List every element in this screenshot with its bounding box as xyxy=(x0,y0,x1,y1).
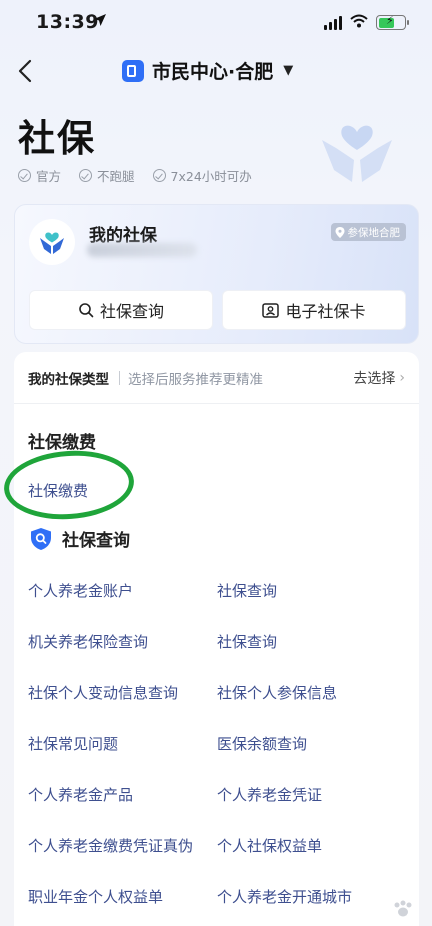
paw-icon xyxy=(394,900,412,917)
location-arrow-icon xyxy=(93,12,107,31)
type-hint: 选择后服务推荐更精准 xyxy=(128,371,263,388)
services-panel: 我的社保类型 选择后服务推荐更精准 去选择 › 社保缴费 社保缴费 社保查询 个… xyxy=(1,352,419,926)
caret-down-icon: ▼ xyxy=(283,63,294,78)
e-social-card-button[interactable]: 电子社保卡 xyxy=(222,290,406,330)
link-agency-pension-query[interactable]: 机关养老保险查询 xyxy=(28,631,148,652)
status-bar: 13:39 ⚡ xyxy=(0,0,432,46)
check-circle-icon xyxy=(152,169,166,182)
watermark-logo xyxy=(392,900,414,918)
link-pension-voucher-verify[interactable]: 个人养老金缴费凭证真伪 xyxy=(28,835,193,856)
link-pension-products[interactable]: 个人养老金产品 xyxy=(28,784,133,805)
avatar xyxy=(29,219,75,265)
city-selector[interactable]: 市民中心·合肥 ▼ xyxy=(122,57,293,84)
chevron-right-icon: › xyxy=(399,369,405,386)
signal-icon xyxy=(324,15,342,30)
type-label: 我的社保类型 xyxy=(28,371,109,388)
link-personal-pension-account[interactable]: 个人养老金账户 xyxy=(28,580,133,601)
link-social-query-2[interactable]: 社保查询 xyxy=(217,631,277,652)
tag-24h: 7x24小时可办 xyxy=(152,166,252,185)
location-pin-icon xyxy=(335,226,344,238)
query-section-title: 社保查询 xyxy=(62,531,130,551)
status-time: 13:39 xyxy=(36,11,99,33)
id-card-icon xyxy=(262,302,280,318)
hands-heart-icon xyxy=(312,110,402,190)
search-icon xyxy=(79,303,94,318)
check-circle-icon xyxy=(79,169,93,182)
nav-bar: 市民中心·合肥 ▼ xyxy=(0,48,432,94)
link-social-query[interactable]: 社保查询 xyxy=(217,580,277,601)
link-rights-statement[interactable]: 个人社保权益单 xyxy=(217,835,322,856)
city-name: 市民中心·合肥 xyxy=(152,61,274,83)
back-button[interactable] xyxy=(12,56,40,86)
link-faq[interactable]: 社保常见问题 xyxy=(28,733,118,754)
divider xyxy=(119,370,120,385)
citizen-center-icon xyxy=(122,59,144,82)
shield-search-icon xyxy=(31,527,51,550)
status-icons: ⚡ xyxy=(324,13,409,32)
my-social-card: 我的社保 参保地合肥 社保查询 电子社保卡 xyxy=(14,204,419,344)
battery-icon: ⚡ xyxy=(376,14,409,30)
page-title: 社保 xyxy=(18,117,96,160)
tag-no-trip: 不跑腿 xyxy=(79,166,135,185)
check-circle-icon xyxy=(18,169,31,182)
query-section-header: 社保查询 xyxy=(30,526,130,551)
link-medical-balance[interactable]: 医保余额查询 xyxy=(217,733,307,754)
link-pension-voucher[interactable]: 个人养老金凭证 xyxy=(217,784,322,805)
social-type-row[interactable]: 我的社保类型 选择后服务推荐更精准 去选择 › xyxy=(14,352,419,404)
wifi-icon xyxy=(350,13,368,32)
social-query-button[interactable]: 社保查询 xyxy=(29,290,213,330)
choose-type-button[interactable]: 去选择 › xyxy=(353,368,405,388)
link-pension-cities[interactable]: 个人养老金开通城市 xyxy=(217,886,352,907)
link-annuity-rights[interactable]: 职业年金个人权益单 xyxy=(28,886,163,907)
chevron-left-icon xyxy=(18,59,32,83)
payment-section-title: 社保缴费 xyxy=(28,433,96,453)
link-change-info-query[interactable]: 社保个人变动信息查询 xyxy=(28,682,178,703)
blurred-user-name xyxy=(87,243,197,257)
tag-official: 官方 xyxy=(18,166,61,185)
link-personal-insured-info[interactable]: 社保个人参保信息 xyxy=(217,682,337,703)
service-tags: 官方 不跑腿 7x24小时可办 xyxy=(18,166,252,185)
social-logo-icon xyxy=(40,232,64,254)
location-badge: 参保地合肥 xyxy=(330,223,406,241)
social-payment-link[interactable]: 社保缴费 xyxy=(28,480,88,501)
